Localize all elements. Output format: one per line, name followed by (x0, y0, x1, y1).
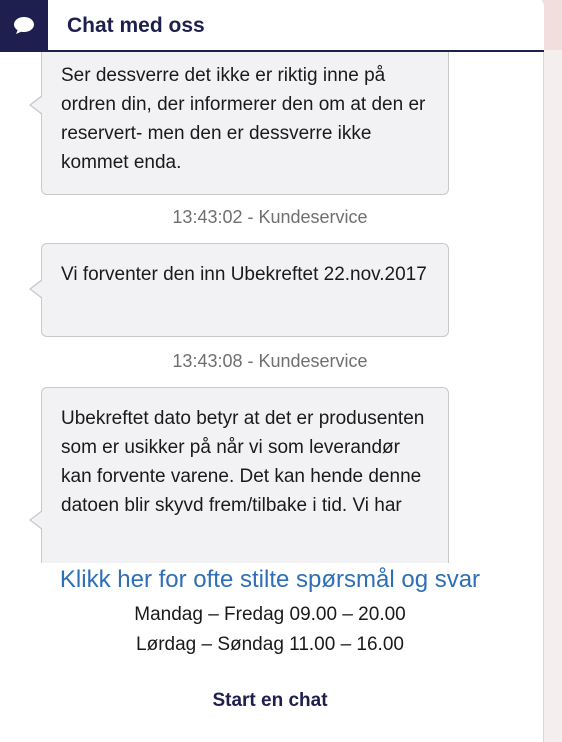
page-background-strip (542, 0, 562, 742)
chat-title: Chat med oss (67, 14, 205, 37)
message-timestamp: 13:43:02 - Kundeservice (172, 207, 368, 227)
faq-link[interactable]: Klikk her for ofte stilte spørsmål og sv… (0, 566, 540, 594)
agent-message-bubble: Vi forventer den inn Ubekreftet 22.nov.2… (29, 243, 449, 337)
chat-header[interactable]: Chat med oss (0, 0, 544, 52)
chat-widget: Chat med oss Ser dessverre det ikke er r… (0, 0, 544, 742)
message-list[interactable]: Ser dessverre det ikke er riktig inne på… (0, 52, 544, 563)
chat-bubble-icon (0, 0, 48, 52)
agent-message-bubble: Ubekreftet dato betyr at det er produsen… (29, 387, 449, 563)
message-timestamp: 13:43:08 - Kundeservice (172, 351, 368, 371)
agent-message-bubble: Ser dessverre det ikke er riktig inne på… (29, 52, 449, 195)
start-chat-button[interactable]: Start en chat (170, 685, 370, 717)
opening-hours-weekday: Mandag – Fredag 09.00 – 20.00 (134, 604, 406, 625)
opening-hours-weekend: Lørdag – Søndag 11.00 – 16.00 (136, 634, 404, 655)
